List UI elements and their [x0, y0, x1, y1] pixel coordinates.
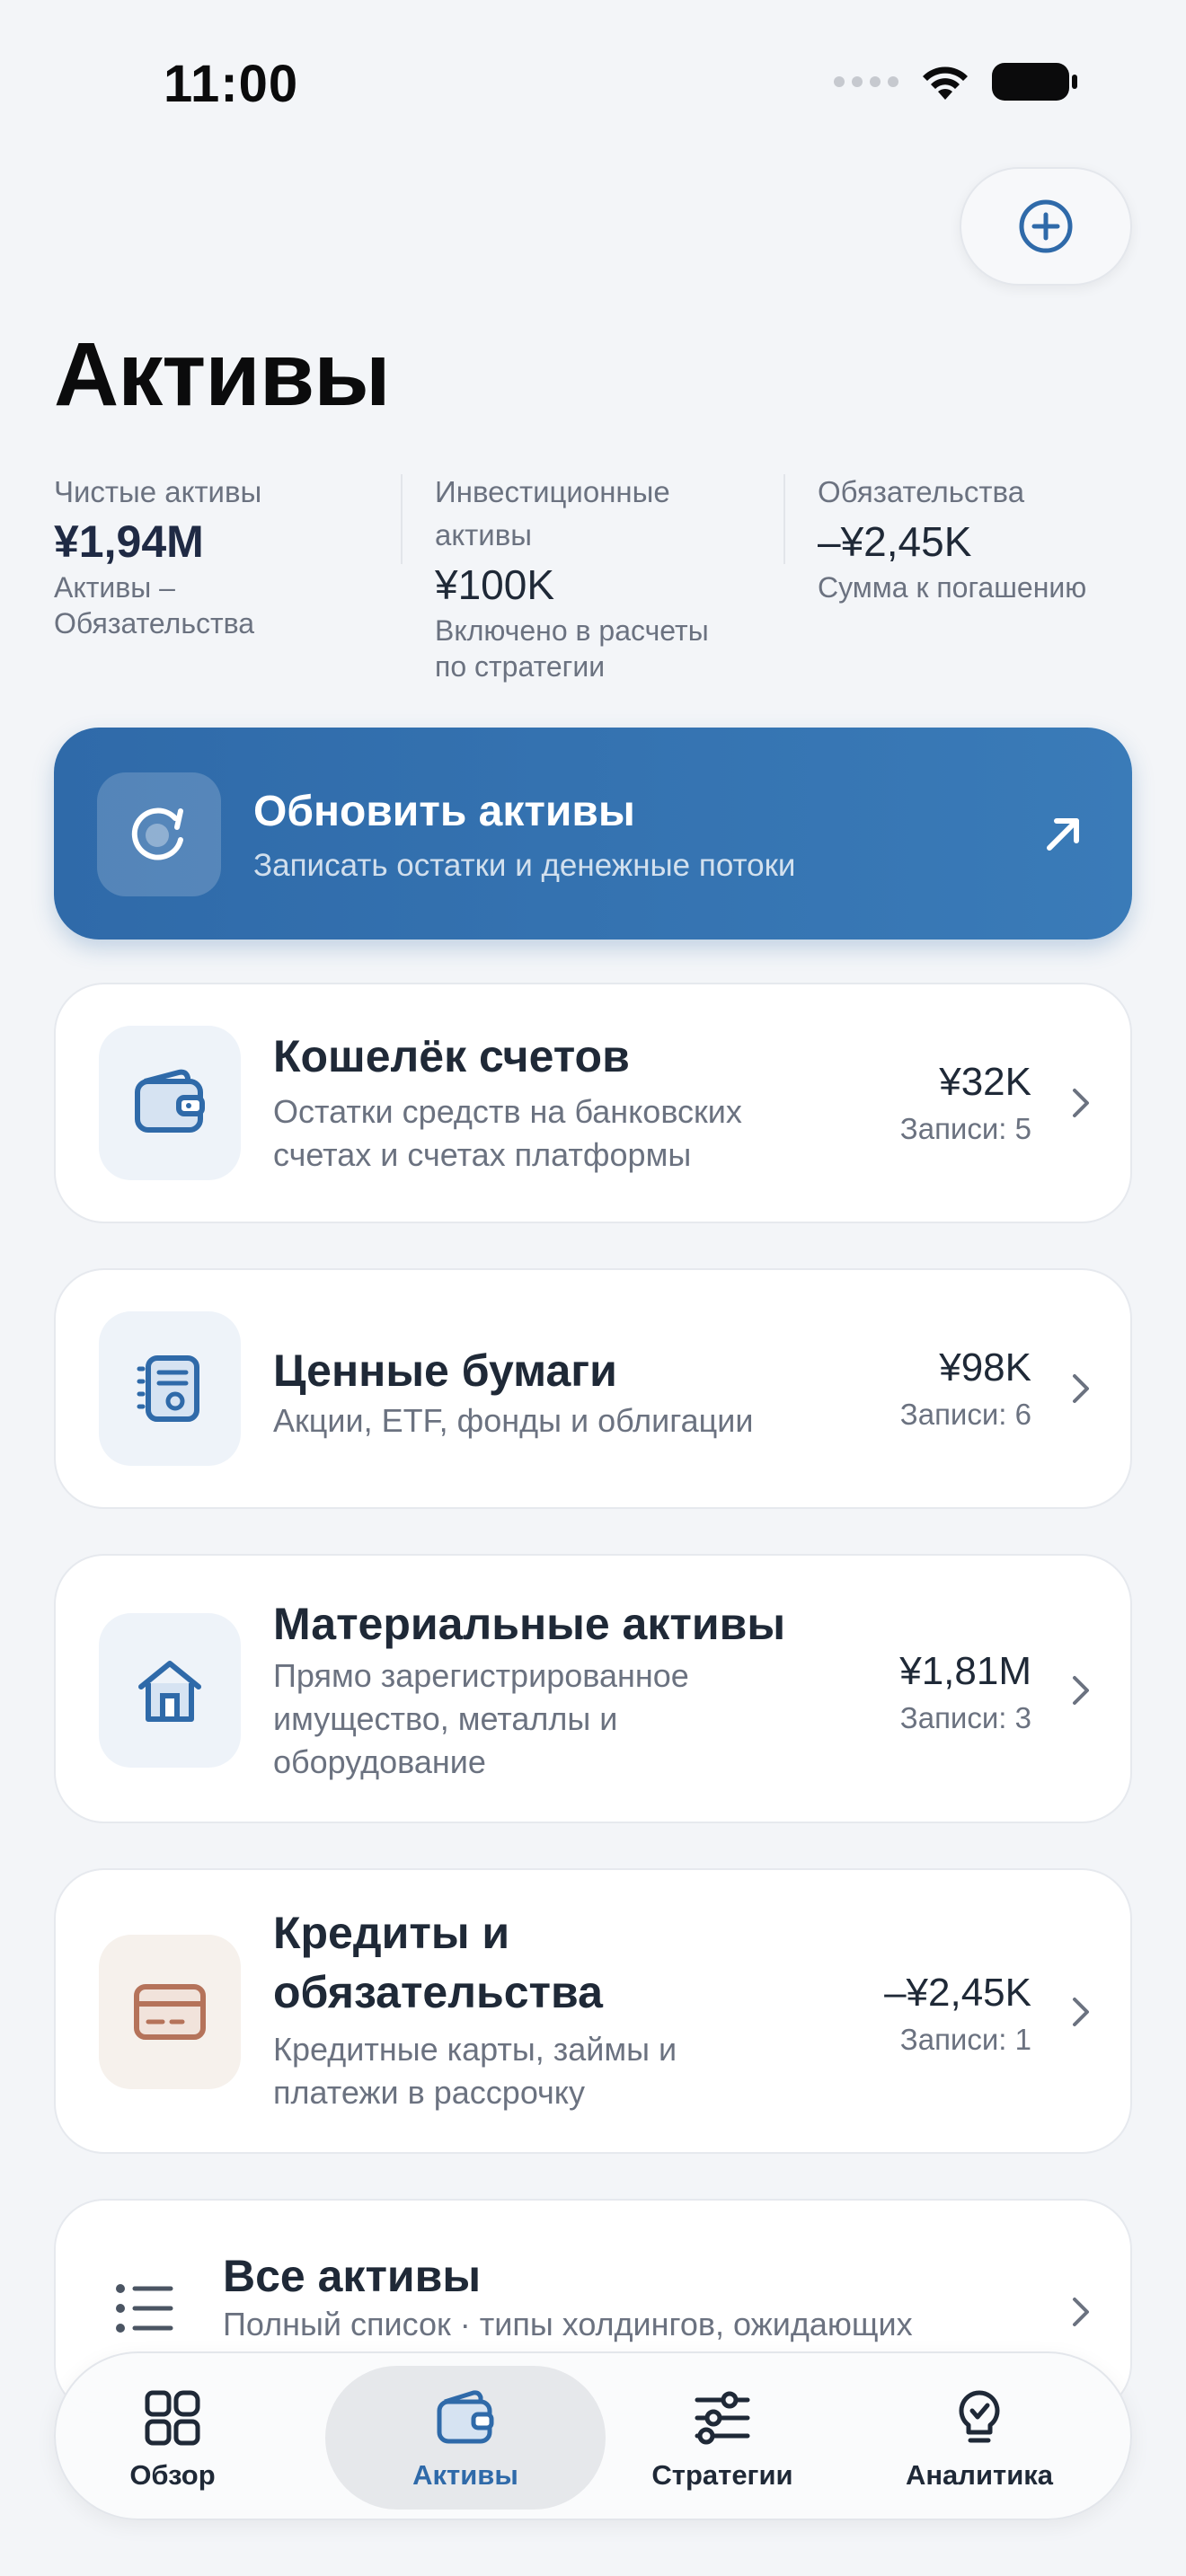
stat-sub: Обязательства	[54, 607, 255, 640]
page-title: Активы	[54, 324, 391, 425]
card-title: Материальные активы	[273, 1599, 786, 1649]
card-description: Акции, ETF, фонды и облигации	[273, 1402, 754, 1439]
tab-analytics[interactable]: Аналитика	[881, 2389, 1078, 2492]
stat-label: Обязательства	[818, 475, 1025, 508]
stat-value: ¥100K	[435, 561, 555, 608]
stat-label: Чистые активы	[54, 475, 262, 508]
update-icon-box	[97, 772, 221, 896]
stat-sub: Включено в расчеты	[435, 614, 709, 647]
stat-sub: Сумма к погашению	[818, 571, 1087, 604]
status-bar: 11:00	[0, 0, 1186, 171]
divider	[783, 474, 785, 564]
investment-assets-stat: Инвестиционные активы ¥100K Включено в р…	[435, 471, 794, 684]
list-icon	[116, 2284, 173, 2333]
stat-label: активы	[435, 518, 532, 551]
liabilities-stat: Обязательства –¥2,45K Сумма к погашению	[818, 471, 1132, 605]
tab-label: Активы	[412, 2459, 518, 2491]
stat-value: –¥2,45K	[818, 518, 972, 565]
card-description: платежи в рассрочку	[273, 2074, 585, 2111]
battery-icon	[992, 63, 1077, 101]
card-amount: –¥2,45K	[884, 1971, 1031, 2015]
add-asset-button[interactable]	[960, 167, 1132, 286]
category-card-securities[interactable]: Ценные бумаги Акции, ETF, фонды и облига…	[54, 1268, 1132, 1509]
update-title: Обновить активы	[253, 788, 635, 835]
card-amount: ¥1,81M	[899, 1649, 1031, 1693]
status-icons	[834, 61, 1078, 102]
bottom-tab-bar: Обзор Активы Стратегии Аналитика	[54, 2351, 1132, 2520]
chevron-right-icon	[1073, 2298, 1089, 2326]
category-card-accounts[interactable]: Кошелёк счетов Остатки средств на банков…	[54, 983, 1132, 1223]
chevron-right-icon	[1073, 1998, 1089, 2026]
card-description: Кредитные карты, займы и	[273, 2031, 677, 2068]
house-icon	[138, 1661, 201, 1722]
lightbulb-icon	[959, 2390, 1000, 2443]
chevron-right-icon	[1073, 1089, 1089, 1117]
chevron-right-icon	[1073, 1676, 1089, 1705]
wallet-icon	[135, 1069, 205, 1133]
chevron-right-icon	[1073, 1374, 1089, 1403]
card-title: Ценные бумаги	[273, 1345, 617, 1396]
stat-sub: по стратегии	[435, 650, 606, 683]
status-time: 11:00	[164, 55, 299, 113]
net-assets-stat: Чистые активы ¥1,94M Активы – Обязательс…	[54, 471, 395, 641]
card-title: обязательства	[273, 1967, 603, 2017]
tab-assets[interactable]: Активы	[367, 2389, 564, 2492]
card-icon-box	[99, 1613, 241, 1768]
card-description: имущество, металлы и	[273, 1700, 618, 1737]
tab-overview[interactable]: Обзор	[74, 2389, 271, 2492]
card-count: Записи: 6	[899, 1398, 1031, 1431]
plus-circle-icon	[1019, 199, 1073, 253]
wallet-icon	[437, 2390, 494, 2444]
card-title: Все активы	[223, 2251, 482, 2301]
stat-value: ¥1,94M	[54, 516, 204, 567]
tab-label: Аналитика	[905, 2459, 1054, 2491]
summary-stats: Чистые активы ¥1,94M Активы – Обязательс…	[54, 471, 1132, 695]
document-icon	[137, 1355, 199, 1422]
divider	[401, 474, 403, 564]
card-title: Кредиты и	[273, 1908, 510, 1958]
arrow-up-right-icon	[1047, 818, 1079, 851]
tab-label: Обзор	[129, 2459, 216, 2491]
sliders-icon	[695, 2391, 750, 2445]
card-count: Записи: 5	[899, 1112, 1031, 1145]
update-assets-banner[interactable]: Обновить активы Записать остатки и денеж…	[54, 728, 1132, 940]
tab-label: Стратегии	[651, 2459, 793, 2491]
card-description: Прямо зарегистрированное	[273, 1657, 689, 1694]
card-title: Кошелёк счетов	[273, 1031, 630, 1081]
stat-label: Инвестиционные	[435, 475, 670, 508]
grid-icon	[145, 2390, 200, 2446]
category-card-liabilities[interactable]: Кредиты и обязательства Кредитные карты,…	[54, 1868, 1132, 2154]
card-amount: ¥98K	[939, 1345, 1031, 1389]
card-description: Остатки средств на банковских	[273, 1093, 742, 1130]
update-subtitle: Записать остатки и денежные потоки	[253, 848, 796, 883]
credit-card-icon	[134, 1984, 206, 2040]
wifi-icon	[923, 66, 968, 100]
card-count: Записи: 1	[899, 2023, 1031, 2056]
card-amount: ¥32K	[939, 1060, 1031, 1104]
stat-sub: Активы –	[54, 571, 175, 604]
card-icon-box	[99, 1935, 241, 2089]
cellular-signal-icon	[834, 76, 898, 87]
card-count: Записи: 3	[899, 1701, 1031, 1734]
card-icon-box	[99, 1026, 241, 1180]
card-description: оборудование	[273, 1743, 486, 1780]
category-card-physical[interactable]: Материальные активы Прямо зарегистрирова…	[54, 1554, 1132, 1823]
card-description: Полный список · типы холдингов, ожидающи…	[223, 2306, 913, 2342]
card-icon-box	[99, 1311, 241, 1466]
card-description: счетах и счетах платформы	[273, 1136, 692, 1173]
tab-strategies[interactable]: Стратегии	[624, 2389, 821, 2492]
sync-icon	[131, 807, 183, 860]
